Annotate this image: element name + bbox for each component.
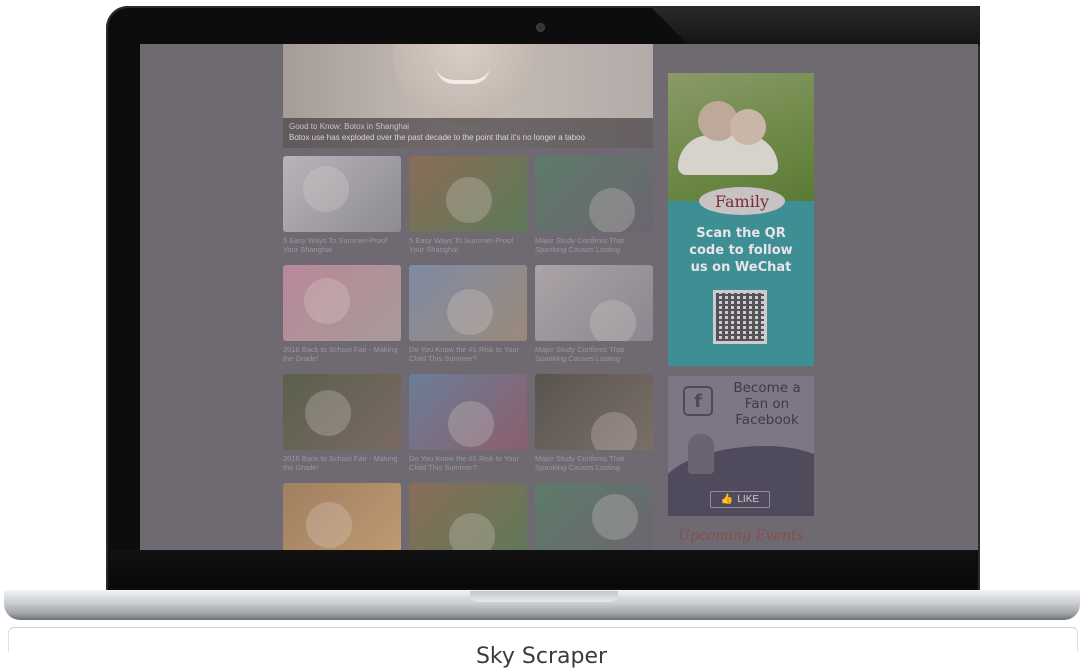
ad-text-line: us on WeChat: [690, 260, 792, 275]
article-card[interactable]: 5 Easy Ways To Summer-Proof Your Shangha…: [409, 156, 527, 265]
article-thumbnail[interactable]: [283, 265, 401, 341]
article-thumbnail[interactable]: [283, 483, 401, 550]
browser-screen: Good to Know: Botox in Shanghai Botox us…: [140, 44, 978, 550]
article-title[interactable]: Major Study Confirms That Spanking Cause…: [535, 236, 653, 254]
article-card[interactable]: Do You Know the #1 Risk to Your Child Th…: [409, 265, 527, 374]
fb-text-line: Become a: [733, 380, 801, 396]
thumbnail-shape: [449, 513, 495, 550]
fb-text-line: Fan on: [744, 396, 790, 412]
ad-text-line: code to follow: [689, 243, 793, 258]
hero-article[interactable]: Good to Know: Botox in Shanghai Botox us…: [283, 44, 653, 148]
article-card[interactable]: 2016 Back to School Fair - Making the Gr…: [283, 374, 401, 483]
article-card[interactable]: Major Study Confirms That Spanking Cause…: [535, 265, 653, 374]
article-card[interactable]: Do You Know the #1 Risk to Your Child Th…: [409, 374, 527, 483]
fb-text-line: Facebook: [735, 412, 799, 428]
thumbnail-shape: [306, 502, 352, 548]
thumbnail-shape: [304, 278, 350, 324]
thumbnail-shape: [448, 401, 494, 447]
laptop-chin: [110, 550, 976, 588]
article-thumbnail[interactable]: [535, 265, 653, 341]
article-title[interactable]: 2016 Back to School Fair - Making the Gr…: [283, 345, 401, 363]
article-card[interactable]: 2016 Back to School Fair - Making the Gr…: [283, 265, 401, 374]
facebook-icon: f: [683, 386, 713, 416]
qr-code-pattern: [716, 293, 764, 341]
article-title[interactable]: Do You Know the #1 Risk to Your Child Th…: [409, 345, 527, 363]
article-thumbnail[interactable]: [535, 483, 653, 550]
hero-caption: Good to Know: Botox in Shanghai Botox us…: [283, 118, 653, 148]
fb-text: Become a Fan on Facebook: [720, 380, 814, 428]
facebook-widget[interactable]: f Become a Fan on Facebook 👍 LIKE: [668, 376, 814, 516]
article-thumbnail[interactable]: [283, 156, 401, 232]
thumbnail-shape: [447, 289, 493, 335]
article-title[interactable]: Major Study Confirms That Spanking Cause…: [535, 345, 653, 363]
screen-glare: [650, 6, 980, 46]
family-logo-text: Family: [715, 191, 769, 211]
fb-silhouette: [688, 434, 714, 474]
ad-photo-figure: [678, 135, 778, 175]
camera-icon: [537, 24, 544, 31]
article-thumbnail[interactable]: [283, 374, 401, 450]
article-thumbnail[interactable]: [409, 483, 527, 550]
article-card[interactable]: Major Study Confirms That Spanking Cause…: [535, 156, 653, 265]
thumbs-up-icon: 👍: [720, 494, 734, 505]
thumbnail-shape: [591, 412, 637, 450]
article-thumbnail[interactable]: [535, 374, 653, 450]
thumbnail-shape: [589, 188, 635, 232]
article-title[interactable]: 5 Easy Ways To Summer-Proof Your Shangha…: [283, 236, 401, 254]
ad-photo-person: [730, 109, 766, 145]
article-card[interactable]: [535, 483, 653, 550]
article-thumbnail[interactable]: [409, 265, 527, 341]
article-title[interactable]: Do You Know the #1 Risk to Your Child Th…: [409, 454, 527, 472]
like-button[interactable]: 👍 LIKE: [710, 491, 770, 508]
qr-code: [713, 290, 767, 344]
article-title[interactable]: 5 Easy Ways To Summer-Proof Your Shangha…: [409, 236, 527, 254]
ad-photo: [668, 73, 814, 201]
article-thumbnail[interactable]: [535, 156, 653, 232]
article-card[interactable]: Major Study Confirms That Spanking Cause…: [535, 374, 653, 483]
article-title[interactable]: 2016 Back to School Fair - Making the Gr…: [283, 454, 401, 472]
thumbnail-shape: [446, 177, 492, 223]
thumbnail-shape: [592, 494, 638, 540]
like-label: LIKE: [737, 494, 760, 505]
ad-text: Scan the QR code to follow us on WeChat: [668, 225, 814, 276]
article-thumbnail[interactable]: [409, 156, 527, 232]
wechat-ad[interactable]: Family Scan the QR code to follow us on …: [668, 73, 814, 366]
thumbnail-shape: [590, 300, 636, 341]
hero-image: [393, 44, 533, 124]
article-grid: 5 Easy Ways To Summer-Proof Your Shangha…: [283, 156, 655, 550]
thumbnail-shape: [305, 390, 351, 436]
laptop-notch: [470, 591, 618, 602]
upcoming-events-heading[interactable]: Upcoming Events: [666, 528, 816, 544]
hero-description: Botox use has exploded over the past dec…: [289, 133, 585, 142]
article-title[interactable]: Major Study Confirms That Spanking Cause…: [535, 454, 653, 472]
hero-title[interactable]: Good to Know: Botox in Shanghai: [289, 122, 647, 132]
article-card[interactable]: 5 Easy Ways To Summer-Proof Your Shangha…: [283, 156, 401, 265]
article-thumbnail[interactable]: [409, 374, 527, 450]
article-card[interactable]: [283, 483, 401, 550]
ad-text-line: Scan the QR: [696, 226, 786, 241]
article-card[interactable]: [409, 483, 527, 550]
family-logo: Family: [699, 187, 785, 215]
caption: Sky Scraper: [475, 644, 608, 669]
thumbnail-shape: [303, 166, 349, 212]
